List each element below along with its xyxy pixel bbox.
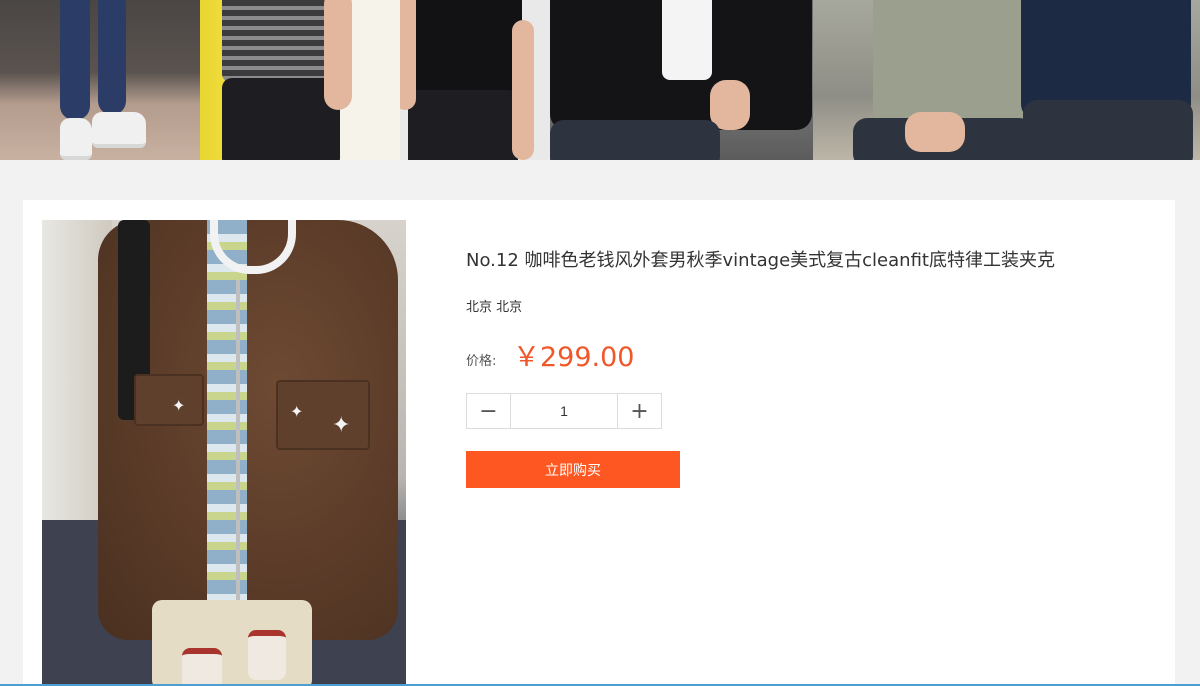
banner-photo-jeans-sneakers[interactable] (0, 0, 200, 160)
buy-now-button[interactable]: 立即购买 (466, 451, 680, 488)
banner-photo-black-tee[interactable] (400, 0, 550, 160)
banner-photo-striped-tee[interactable] (200, 0, 400, 160)
product-info: No.12 咖啡色老钱风外套男秋季vintage美式复古cleanfit底特律工… (466, 200, 1156, 686)
quantity-input[interactable] (511, 394, 617, 428)
product-location: 北京 北京 (466, 300, 523, 315)
banner-image-strip (0, 0, 1200, 160)
plus-icon[interactable]: + (617, 394, 661, 428)
banner-photo-black-jacket[interactable] (550, 0, 813, 160)
minus-icon[interactable]: − (467, 394, 511, 428)
quantity-stepper: − + (466, 393, 662, 429)
product-title: No.12 咖啡色老钱风外套男秋季vintage美式复古cleanfit底特律工… (466, 250, 1055, 271)
price-value: ￥299.00 (513, 342, 635, 373)
product-image[interactable]: ✦ ✦ ✦ (42, 220, 406, 686)
banner-photo-two-jackets[interactable] (813, 0, 1200, 160)
product-card: ✦ ✦ ✦ No.12 咖啡色老钱风外套男秋季vintage美式复古cleanf… (23, 200, 1175, 686)
price-label: 价格: (466, 354, 497, 369)
